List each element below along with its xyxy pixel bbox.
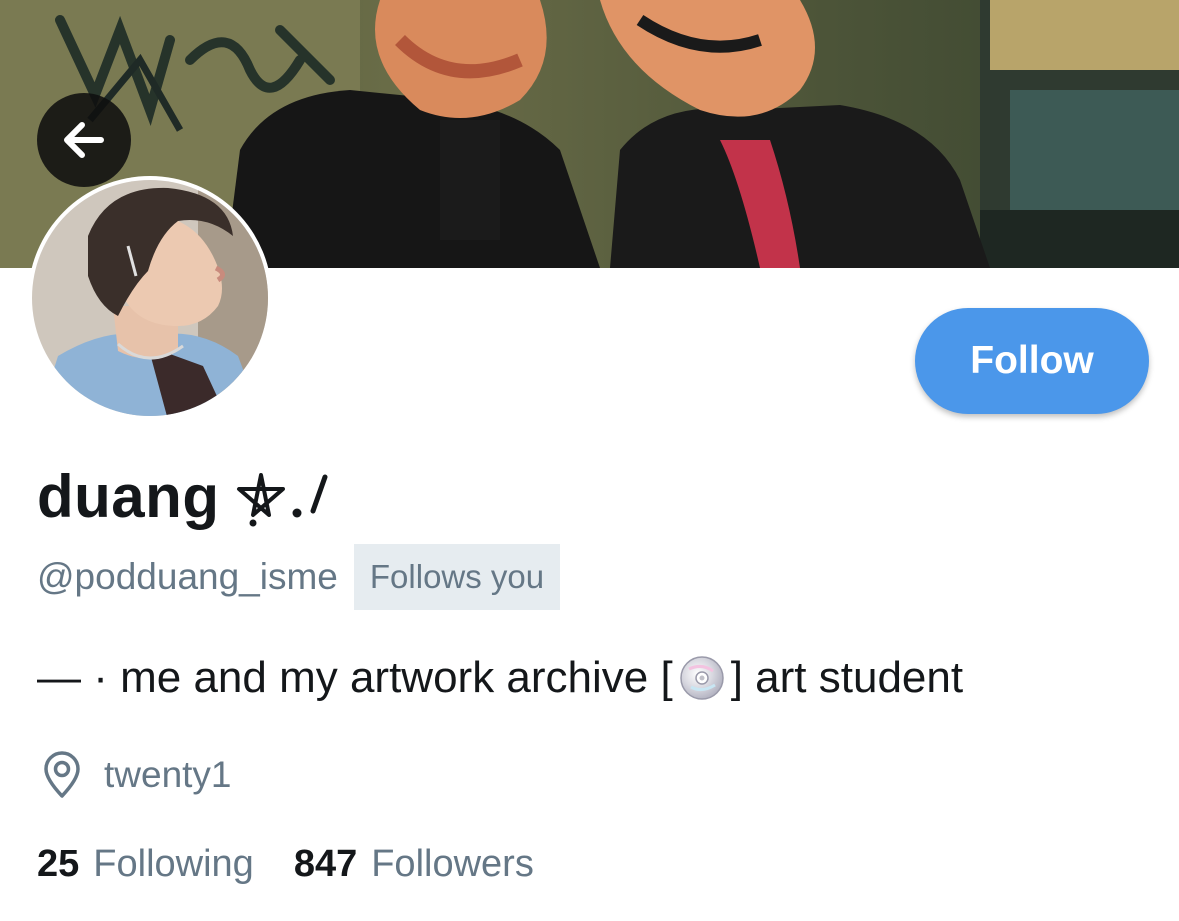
followers-label: Followers [371, 842, 534, 885]
followers-link[interactable]: 847 Followers [294, 843, 534, 886]
profile-page: Follow duang ⛧.⁄ @podduang_isme Follows … [0, 0, 1179, 921]
display-name: duang ⛧.⁄ [37, 462, 335, 532]
user-handle: @podduang_isme [37, 556, 338, 597]
follow-button[interactable]: Follow [915, 308, 1149, 414]
following-count: 25 [37, 842, 80, 885]
stats-row: 25 Following 847 Followers [37, 838, 534, 890]
location-text: twenty1 [104, 754, 232, 795]
following-label: Following [93, 842, 254, 885]
arrow-left-icon [64, 122, 104, 158]
pentagram-icon [237, 473, 328, 527]
handle-row: @podduang_isme Follows you [37, 544, 561, 610]
bio-suffix: ] art student [730, 653, 964, 702]
location-row: twenty1 [40, 750, 232, 800]
following-link[interactable]: 25 Following [37, 843, 254, 886]
follows-you-badge: Follows you [353, 544, 561, 610]
bio: — · me and my artwork archive [ ] art st… [37, 650, 963, 706]
followers-count: 847 [293, 842, 358, 885]
back-button[interactable] [37, 93, 131, 187]
optical-disc-icon [679, 655, 725, 701]
display-name-text: duang [37, 463, 220, 530]
avatar-photo [32, 180, 268, 416]
bio-prefix: — · me and my artwork archive [ [37, 653, 673, 702]
name-decoration: ⛧.⁄ [231, 467, 335, 527]
location-pin-icon [44, 751, 80, 798]
avatar[interactable] [28, 176, 272, 420]
